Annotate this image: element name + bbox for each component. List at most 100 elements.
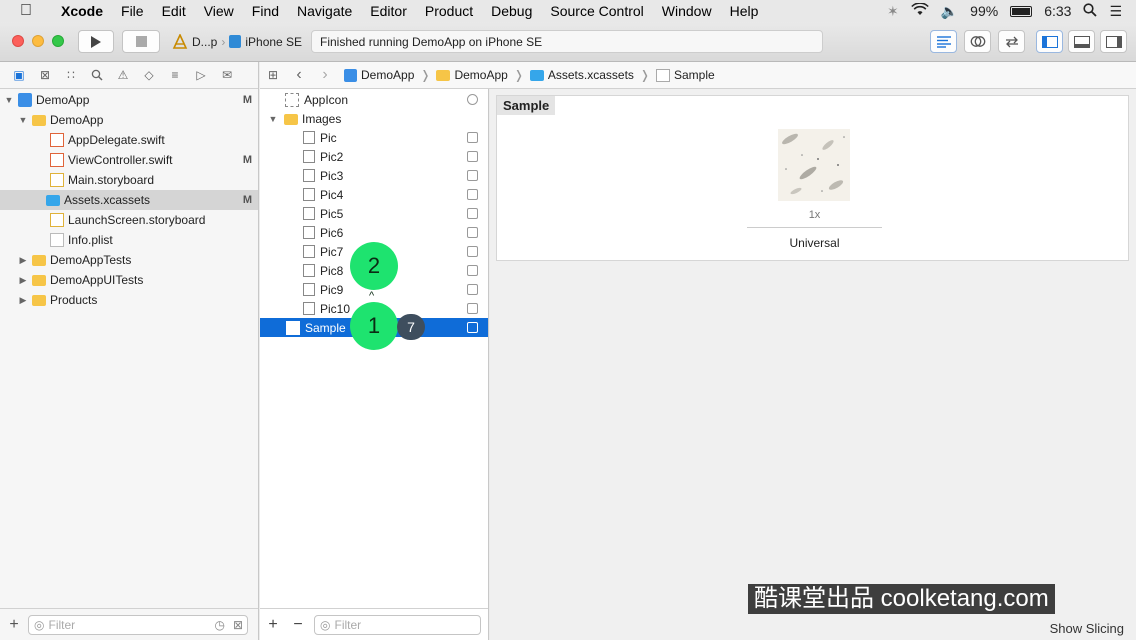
add-file-icon[interactable]: +: [0, 616, 28, 634]
menu-source-control[interactable]: Source Control: [541, 3, 652, 19]
navigator-filter-input[interactable]: ◎ Filter ◷ ⊠: [28, 614, 248, 635]
image-thumbnail: [303, 226, 315, 239]
asset-item-appicon[interactable]: AppIcon: [260, 90, 488, 109]
assistant-editor-button[interactable]: [964, 30, 991, 53]
menu-editor[interactable]: Editor: [361, 3, 416, 19]
add-asset-button[interactable]: +: [260, 616, 286, 634]
minimize-window-button[interactable]: [32, 35, 44, 47]
spotlight-search-icon[interactable]: [1083, 2, 1098, 20]
tree-item-appdelegate[interactable]: AppDelegate.swift: [0, 130, 258, 150]
modified-badge: M: [242, 194, 252, 206]
remove-asset-button[interactable]: −: [286, 616, 310, 634]
menu-debug[interactable]: Debug: [482, 3, 541, 19]
related-items-icon[interactable]: ⊞: [260, 68, 286, 82]
wifi-icon[interactable]: [910, 2, 929, 19]
run-button[interactable]: [78, 30, 114, 53]
notification-center-icon[interactable]: ☰: [1109, 3, 1122, 20]
asset-checkbox[interactable]: [467, 284, 478, 295]
asset-checkbox[interactable]: [467, 170, 478, 181]
menu-find[interactable]: Find: [243, 3, 288, 19]
source-control-navigator-icon[interactable]: ⊠: [38, 68, 52, 82]
menu-product[interactable]: Product: [416, 3, 482, 19]
asset-checkbox[interactable]: [467, 189, 478, 200]
tree-item-launchscreen[interactable]: LaunchScreen.storyboard: [0, 210, 258, 230]
tree-item-assets[interactable]: Assets.xcassets M: [0, 190, 258, 210]
breadcrumb-project[interactable]: DemoApp: [344, 68, 414, 82]
breadcrumb-group[interactable]: DemoApp: [436, 68, 508, 82]
disclosure-closed-icon[interactable]: ▶: [18, 295, 28, 306]
asset-folder-images[interactable]: ▼ Images: [260, 109, 488, 128]
asset-item-pic3[interactable]: Pic3: [260, 166, 488, 185]
scheme-selector[interactable]: D...p › iPhone SE: [168, 30, 304, 53]
tree-item-label: Assets.xcassets: [64, 193, 151, 207]
menu-view[interactable]: View: [195, 3, 243, 19]
disclosure-open-icon[interactable]: ▼: [4, 95, 14, 105]
test-navigator-icon[interactable]: ◇: [142, 68, 156, 82]
disclosure-closed-icon[interactable]: ▶: [18, 275, 28, 286]
disclosure-open-icon[interactable]: ▼: [268, 114, 278, 124]
recent-files-icon[interactable]: ◷: [215, 618, 225, 632]
toggle-navigator-button[interactable]: [1036, 30, 1063, 53]
disclosure-open-icon[interactable]: ▼: [18, 115, 28, 125]
battery-icon[interactable]: [1010, 5, 1033, 17]
asset-checkbox[interactable]: [467, 265, 478, 276]
folder-navigator-icon[interactable]: ▣: [12, 68, 26, 82]
back-chevron-icon[interactable]: ‹: [286, 66, 312, 84]
asset-filter-input[interactable]: ◎ Filter: [314, 614, 481, 635]
clock[interactable]: 6:33: [1044, 3, 1071, 19]
asset-checkbox[interactable]: [467, 151, 478, 162]
bluetooth-icon[interactable]: ✶: [887, 3, 899, 20]
tree-item-main-storyboard[interactable]: Main.storyboard: [0, 170, 258, 190]
asset-item-pic2[interactable]: Pic2: [260, 147, 488, 166]
standard-editor-button[interactable]: [930, 30, 957, 53]
stop-button[interactable]: [122, 30, 160, 53]
menu-file[interactable]: File: [112, 3, 153, 19]
show-slicing-button[interactable]: Show Slicing: [1050, 621, 1124, 636]
menu-xcode[interactable]: Xcode: [52, 3, 112, 19]
image-slot-1x[interactable]: [778, 129, 850, 201]
menu-help[interactable]: Help: [721, 3, 768, 19]
menu-edit[interactable]: Edit: [153, 3, 195, 19]
asset-item-pic6[interactable]: Pic6: [260, 223, 488, 242]
breadcrumb-image-set[interactable]: Sample: [655, 68, 715, 82]
version-editor-button[interactable]: [998, 30, 1025, 53]
tree-item-products[interactable]: ▶ Products: [0, 290, 258, 310]
menu-navigate[interactable]: Navigate: [288, 3, 361, 19]
asset-item-pic5[interactable]: Pic5: [260, 204, 488, 223]
asset-checkbox[interactable]: [467, 208, 478, 219]
apple-menu-icon[interactable]: : [0, 2, 52, 20]
toggle-debug-area-button[interactable]: [1068, 30, 1095, 53]
disclosure-closed-icon[interactable]: ▶: [18, 255, 28, 266]
breakpoint-navigator-icon[interactable]: ▷: [194, 68, 208, 82]
asset-item-pic[interactable]: Pic: [260, 128, 488, 147]
image-set-title: Sample: [497, 96, 556, 115]
asset-options-icon[interactable]: [467, 94, 478, 105]
asset-checkbox[interactable]: [467, 322, 478, 333]
tree-item-viewcontroller[interactable]: ViewController.swift M: [0, 150, 258, 170]
close-window-button[interactable]: [12, 35, 24, 47]
asset-item-pic4[interactable]: Pic4: [260, 185, 488, 204]
debug-navigator-icon[interactable]: ≡: [168, 68, 182, 82]
zoom-window-button[interactable]: [52, 35, 64, 47]
symbol-navigator-icon[interactable]: ∷: [64, 68, 78, 82]
tree-item-uitests[interactable]: ▶ DemoAppUITests: [0, 270, 258, 290]
menu-window[interactable]: Window: [653, 3, 721, 19]
filter-icon: ◎: [34, 617, 45, 632]
asset-checkbox[interactable]: [467, 227, 478, 238]
tree-item-group-demoapp[interactable]: ▼ DemoApp: [0, 110, 258, 130]
toggle-utilities-button[interactable]: [1100, 30, 1127, 53]
issue-navigator-icon[interactable]: ⚠: [116, 68, 130, 82]
volume-icon[interactable]: 🔈: [941, 3, 958, 20]
breadcrumb-asset-catalog[interactable]: Assets.xcassets: [529, 68, 634, 82]
asset-checkbox[interactable]: [467, 132, 478, 143]
tree-item-info-plist[interactable]: Info.plist: [0, 230, 258, 250]
tree-item-project[interactable]: ▼ DemoApp M: [0, 90, 258, 110]
report-navigator-icon[interactable]: ✉: [220, 68, 234, 82]
filter-placeholder: Filter: [334, 617, 362, 632]
asset-checkbox[interactable]: [467, 246, 478, 257]
tree-item-tests[interactable]: ▶ DemoAppTests: [0, 250, 258, 270]
asset-checkbox[interactable]: [467, 303, 478, 314]
find-navigator-icon[interactable]: [90, 68, 104, 82]
scm-filter-icon[interactable]: ⊠: [233, 618, 243, 632]
forward-chevron-icon[interactable]: ›: [312, 66, 338, 84]
